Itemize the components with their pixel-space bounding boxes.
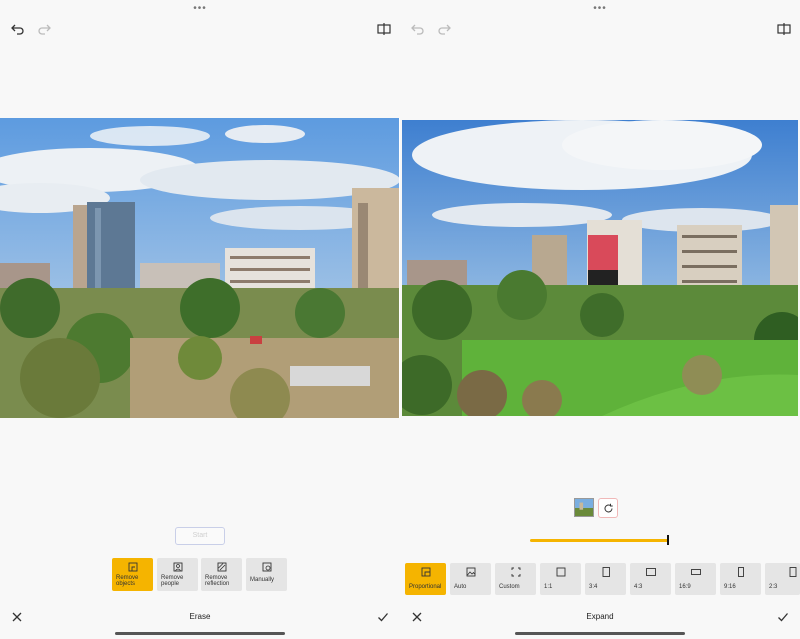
confirm-icon[interactable] bbox=[377, 610, 389, 622]
ratio-2-3-label: 2:3 bbox=[769, 584, 778, 590]
custom-crop-icon bbox=[511, 567, 521, 577]
redo-icon[interactable] bbox=[37, 22, 51, 36]
reset-icon bbox=[604, 503, 613, 513]
ratio-1-1-label: 1:1 bbox=[544, 584, 553, 590]
remove-people-icon bbox=[173, 562, 183, 572]
ratio-16-9-label: 16:9 bbox=[679, 584, 691, 590]
expand-panel: ••• Proportional Auto Custom 1:1 3:4 4:3… bbox=[400, 0, 800, 639]
start-button[interactable]: Start bbox=[175, 527, 225, 545]
remove-objects-icon bbox=[128, 562, 138, 572]
remove-reflection-label: Remove reflection bbox=[205, 575, 230, 587]
ratio-9-16-icon bbox=[736, 567, 746, 577]
image-icon bbox=[466, 567, 476, 577]
ratio-9-16[interactable]: 9:16 bbox=[720, 563, 761, 595]
original-thumbnail[interactable] bbox=[574, 498, 594, 517]
ratio-4-3[interactable]: 4:3 bbox=[630, 563, 671, 595]
remove-people-label: Remove people bbox=[161, 575, 184, 587]
expand-slider[interactable] bbox=[530, 539, 668, 542]
compare-icon[interactable] bbox=[777, 22, 791, 36]
erase-title: Erase bbox=[189, 612, 211, 621]
undo-icon[interactable] bbox=[411, 22, 425, 36]
remove-reflection-icon bbox=[217, 562, 227, 572]
ratio-custom-label: Custom bbox=[499, 584, 520, 590]
ratio-proportional-label: Proportional bbox=[409, 584, 442, 590]
ratio-3-4-icon bbox=[601, 567, 611, 577]
ratio-2-3[interactable]: 2:3 bbox=[765, 563, 800, 595]
proportional-icon bbox=[421, 567, 431, 577]
ratio-4-3-label: 4:3 bbox=[634, 584, 643, 590]
expand-slider-handle[interactable] bbox=[667, 535, 669, 545]
confirm-icon[interactable] bbox=[777, 610, 789, 622]
more-dots[interactable]: ••• bbox=[0, 3, 400, 14]
remove-reflection-tool[interactable]: Remove reflection bbox=[201, 558, 242, 591]
remove-objects-tool[interactable]: Remove objects bbox=[112, 558, 153, 591]
eraser-icon bbox=[262, 562, 272, 572]
ratio-3-4-label: 3:4 bbox=[589, 584, 598, 590]
undo-icon[interactable] bbox=[11, 22, 25, 36]
ratio-9-16-label: 9:16 bbox=[724, 584, 736, 590]
reset-button[interactable] bbox=[598, 498, 618, 518]
more-dots[interactable]: ••• bbox=[400, 3, 800, 14]
ratio-16-9-icon bbox=[690, 567, 701, 577]
ratio-auto[interactable]: Auto bbox=[450, 563, 491, 595]
ratio-auto-label: Auto bbox=[454, 584, 467, 590]
expand-title: Expand bbox=[586, 612, 614, 621]
ratio-1-1[interactable]: 1:1 bbox=[540, 563, 581, 595]
remove-people-tool[interactable]: Remove people bbox=[157, 558, 198, 591]
home-indicator bbox=[115, 632, 285, 635]
ratio-1-1-icon bbox=[556, 567, 566, 577]
home-indicator bbox=[515, 632, 685, 635]
expanded-photo[interactable] bbox=[402, 120, 798, 416]
ratio-16-9[interactable]: 16:9 bbox=[675, 563, 716, 595]
erase-panel: ••• Start Remove objects Remove people R… bbox=[0, 0, 400, 639]
edit-photo[interactable] bbox=[0, 118, 399, 418]
ratio-proportional[interactable]: Proportional bbox=[405, 563, 446, 595]
ratio-4-3-icon bbox=[645, 567, 656, 577]
remove-objects-label: Remove objects bbox=[116, 575, 139, 587]
redo-icon[interactable] bbox=[437, 22, 451, 36]
compare-icon[interactable] bbox=[377, 22, 391, 36]
manually-tool[interactable]: Manually bbox=[246, 558, 287, 591]
manually-label: Manually bbox=[250, 577, 275, 583]
ratio-custom[interactable]: Custom bbox=[495, 563, 536, 595]
ratio-3-4[interactable]: 3:4 bbox=[585, 563, 626, 595]
ratio-2-3-icon bbox=[788, 567, 798, 577]
